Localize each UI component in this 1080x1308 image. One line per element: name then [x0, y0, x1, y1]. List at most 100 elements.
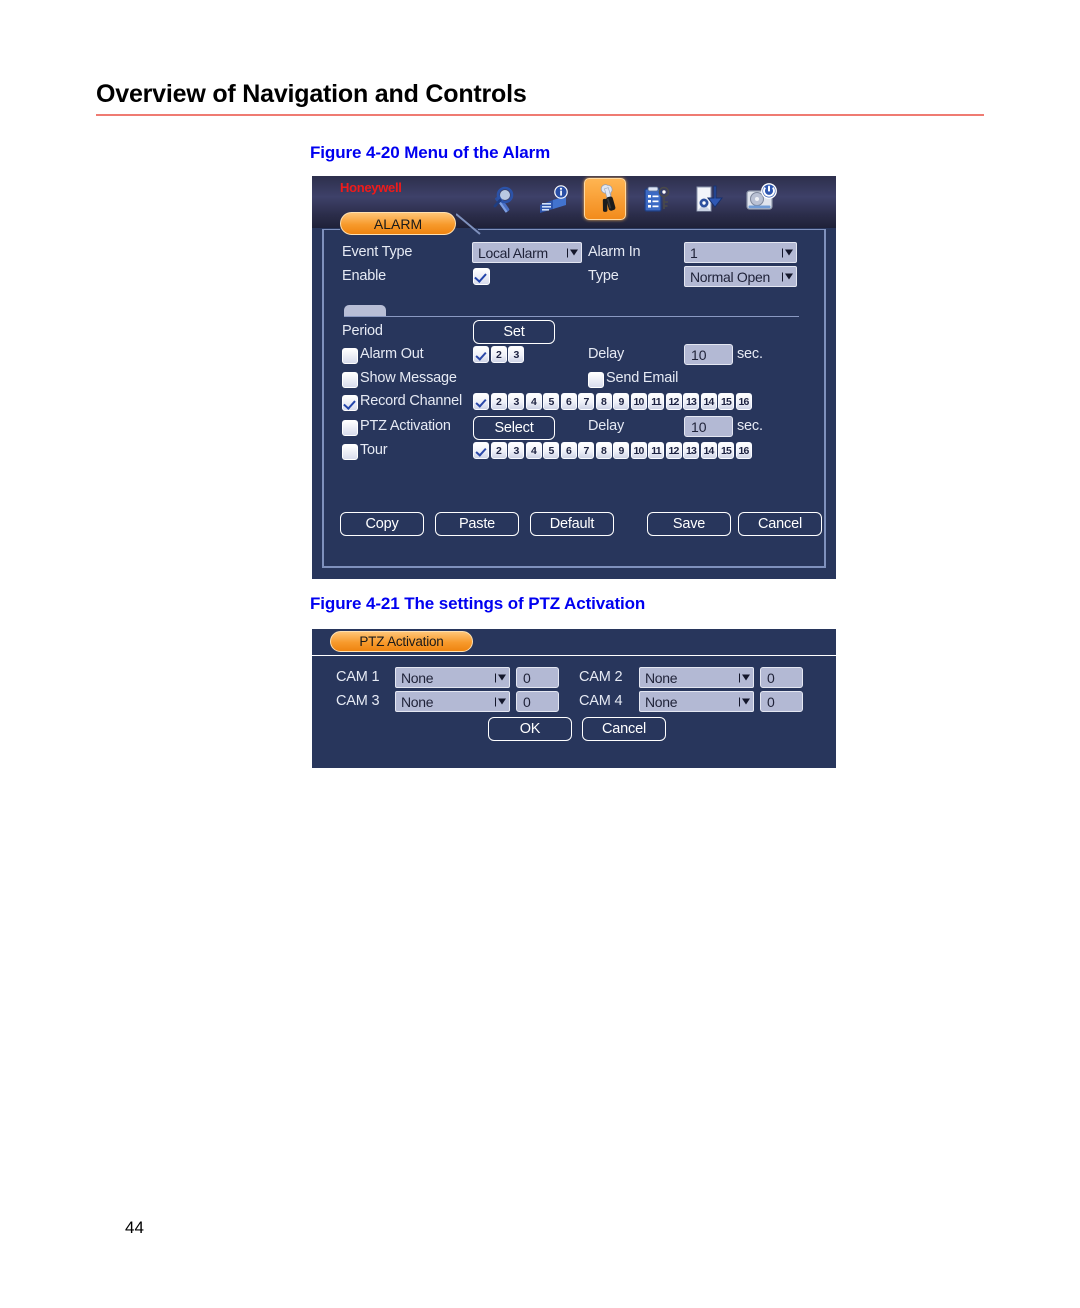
chevron-down-icon [567, 248, 578, 257]
cam2-value: 0 [767, 669, 775, 686]
cam2-action-select[interactable]: None [639, 667, 754, 688]
cam4-action-value: None [645, 693, 678, 710]
tour-channel-5[interactable]: 5 [543, 442, 559, 459]
cam3-label: CAM 3 [336, 693, 380, 709]
record-channel-9[interactable]: 9 [613, 393, 629, 410]
send-email-checkbox[interactable] [588, 372, 604, 388]
ptz-activation-checkbox[interactable] [342, 420, 358, 436]
record-channel-11[interactable]: 11 [648, 393, 664, 410]
alarm-out-channel-1[interactable] [473, 346, 489, 363]
show-message-label: Show Message [360, 370, 457, 386]
event-type-select[interactable]: Local Alarm [472, 242, 582, 263]
record-channel-16[interactable]: 16 [735, 393, 752, 410]
ptz-cancel-button[interactable]: Cancel [582, 717, 666, 741]
ptz-ok-button[interactable]: OK [488, 717, 572, 741]
ptz-select-button[interactable]: Select [473, 416, 555, 440]
dvr-alarm-window: Honeywell ALARM Event Type Local Alarm A… [312, 176, 836, 579]
cam4-value-input[interactable]: 0 [760, 691, 803, 712]
alarm-out-delay-input[interactable]: 10 [684, 344, 733, 365]
cam4-value: 0 [767, 693, 775, 710]
period-label: Period [342, 323, 383, 339]
tour-channel-14[interactable]: 14 [700, 442, 717, 459]
cancel-label: Cancel [758, 516, 802, 532]
send-email-label: Send Email [606, 370, 679, 386]
save-button[interactable]: Save [647, 512, 731, 536]
record-channel-row: 2 3 4 5 6 7 8 9 10 11 12 13 14 15 16 [473, 393, 752, 410]
chevron-down-icon [739, 697, 750, 706]
cam3-action-select[interactable]: None [395, 691, 510, 712]
tour-channel-8[interactable]: 8 [595, 442, 612, 459]
paste-button[interactable]: Paste [435, 512, 519, 536]
ptz-delay-label: Delay [588, 418, 625, 434]
cam1-value-input[interactable]: 0 [516, 667, 559, 688]
ptz-select-label: Select [494, 420, 534, 436]
cancel-button[interactable]: Cancel [738, 512, 822, 536]
record-channel-6[interactable]: 6 [560, 393, 577, 410]
tour-channel-1[interactable] [473, 442, 489, 459]
alarm-in-select[interactable]: 1 [684, 242, 797, 263]
alarm-out-delay-label: Delay [588, 346, 625, 362]
tour-channel-2[interactable]: 2 [490, 442, 507, 459]
ptz-cancel-label: Cancel [602, 721, 646, 737]
record-channel-8[interactable]: 8 [595, 393, 612, 410]
cam4-action-select[interactable]: None [639, 691, 754, 712]
cam1-label: CAM 1 [336, 669, 380, 685]
cam1-action-select[interactable]: None [395, 667, 510, 688]
ptz-dialog-title: PTZ Activation [359, 634, 444, 649]
alarm-panel-body: Event Type Local Alarm Alarm In 1 Enable… [322, 230, 826, 568]
tour-channel-9[interactable]: 9 [613, 442, 629, 459]
record-channel-5[interactable]: 5 [543, 393, 559, 410]
record-channel-10[interactable]: 10 [630, 393, 647, 410]
record-channel-7[interactable]: 7 [578, 393, 594, 410]
honeywell-logo: Honeywell [340, 180, 402, 195]
paste-label: Paste [458, 516, 496, 532]
record-channel-3[interactable]: 3 [508, 393, 524, 410]
record-channel-12[interactable]: 12 [665, 393, 682, 410]
enable-label: Enable [342, 268, 386, 284]
record-channel-checkbox[interactable] [342, 395, 358, 411]
cam3-value-input[interactable]: 0 [516, 691, 559, 712]
ptz-activation-dialog: PTZ Activation CAM 1 None 0 CAM 2 None 0… [312, 629, 836, 768]
ptz-delay-input[interactable]: 10 [684, 416, 733, 437]
tour-channel-11[interactable]: 11 [648, 442, 664, 459]
tour-channel-6[interactable]: 6 [560, 442, 577, 459]
tour-channel-7[interactable]: 7 [578, 442, 594, 459]
event-type-label: Event Type [342, 244, 413, 260]
tour-channel-4[interactable]: 4 [525, 442, 542, 459]
alarm-out-checkbox[interactable] [342, 348, 358, 364]
tab-diagonal-connector [456, 213, 481, 235]
alarm-out-label: Alarm Out [360, 346, 424, 362]
tour-channel-3[interactable]: 3 [508, 442, 524, 459]
cam4-label: CAM 4 [579, 693, 623, 709]
record-channel-1[interactable] [473, 393, 489, 410]
tour-channel-13[interactable]: 13 [683, 442, 699, 459]
tour-channel-12[interactable]: 12 [665, 442, 682, 459]
cam3-value: 0 [523, 693, 531, 710]
record-channel-15[interactable]: 15 [718, 393, 734, 410]
copy-button[interactable]: Copy [340, 512, 424, 536]
tab-alarm[interactable]: ALARM [340, 212, 456, 235]
figure-caption-4-21: Figure 4-21 The settings of PTZ Activati… [310, 594, 646, 613]
record-channel-2[interactable]: 2 [490, 393, 507, 410]
page-title: Overview of Navigation and Controls [96, 80, 527, 108]
ptz-delay-value: 10 [691, 418, 707, 435]
tour-channel-10[interactable]: 10 [630, 442, 647, 459]
tour-channel-15[interactable]: 15 [718, 442, 734, 459]
enable-checkbox[interactable] [473, 268, 490, 285]
type-select[interactable]: Normal Open [684, 266, 797, 287]
tour-channel-16[interactable]: 16 [735, 442, 752, 459]
tour-label: Tour [360, 442, 388, 458]
record-channel-4[interactable]: 4 [525, 393, 542, 410]
tour-checkbox[interactable] [342, 444, 358, 460]
default-button[interactable]: Default [530, 512, 614, 536]
record-channel-14[interactable]: 14 [700, 393, 717, 410]
alarm-out-channel-3[interactable]: 3 [508, 346, 524, 363]
ptz-delay-unit: sec. [737, 418, 763, 434]
cam2-value-input[interactable]: 0 [760, 667, 803, 688]
cam2-label: CAM 2 [579, 669, 623, 685]
alarm-out-channel-2[interactable]: 2 [490, 346, 507, 363]
record-channel-13[interactable]: 13 [683, 393, 699, 410]
tab-alarm-label: ALARM [373, 215, 423, 232]
show-message-checkbox[interactable] [342, 372, 358, 388]
period-set-button[interactable]: Set [473, 320, 555, 344]
